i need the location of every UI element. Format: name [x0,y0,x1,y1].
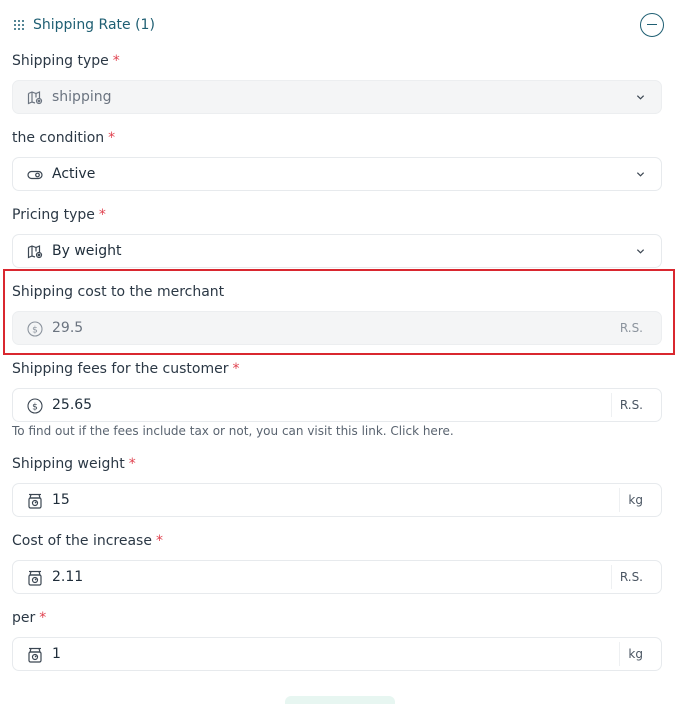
bottom-action-edge [285,696,395,704]
scale-icon [28,570,42,586]
merchant-cost-input: $ 29.5 R.S. [12,311,662,345]
map-pin-icon [27,245,43,259]
coin-icon: $ [27,398,43,414]
svg-text:$: $ [32,325,38,335]
section-title: Shipping Rate (1) [33,17,155,33]
merchant-cost-value: 29.5 [52,320,84,336]
section-header: Shipping Rate (1) [12,12,664,40]
svg-text:$: $ [32,402,38,412]
shipping-weight-input[interactable]: 15 kg [12,483,662,517]
per-value: 1 [52,646,61,662]
drag-handle-icon[interactable] [14,20,24,30]
pricing-type-select[interactable]: By weight [12,234,662,268]
coin-icon: $ [27,321,43,337]
increase-cost-input[interactable]: 2.11 R.S. [12,560,662,594]
per-label: per * [12,610,47,626]
shipping-type-select[interactable]: shipping [12,80,662,114]
shipping-weight-label: Shipping weight * [12,456,136,472]
chevron-down-icon [636,95,645,100]
toggle-icon [27,170,43,180]
customer-fees-label: Shipping fees for the customer * [12,361,240,377]
scale-icon [28,493,42,509]
weight-unit-suffix: kg [619,488,651,512]
currency-suffix: R.S. [619,321,643,335]
pricing-type-label: Pricing type * [12,207,106,223]
tax-helper-link[interactable]: To find out if the fees include tax or n… [12,424,454,438]
customer-fees-value: 25.65 [52,397,93,413]
map-pin-icon [27,91,43,105]
collapse-button[interactable] [640,13,664,37]
shipping-weight-value: 15 [52,492,70,508]
merchant-cost-label: Shipping cost to the merchant [12,284,225,300]
shipping-type-label: Shipping type * [12,53,120,69]
condition-value: Active [52,166,96,182]
customer-fees-input[interactable]: $ 25.65 R.S. [12,388,662,422]
chevron-down-icon [636,172,645,177]
shipping-type-value: shipping [52,89,112,105]
pricing-type-value: By weight [52,243,122,259]
currency-suffix: R.S. [610,393,651,417]
chevron-down-icon [636,249,645,254]
per-input[interactable]: 1 kg [12,637,662,671]
increase-cost-value: 2.11 [52,569,84,585]
condition-select[interactable]: Active [12,157,662,191]
weight-unit-suffix: kg [619,642,651,666]
condition-label: the condition * [12,130,116,146]
currency-suffix: R.S. [610,565,651,589]
scale-icon [28,647,42,663]
increase-cost-label: Cost of the increase * [12,533,163,549]
